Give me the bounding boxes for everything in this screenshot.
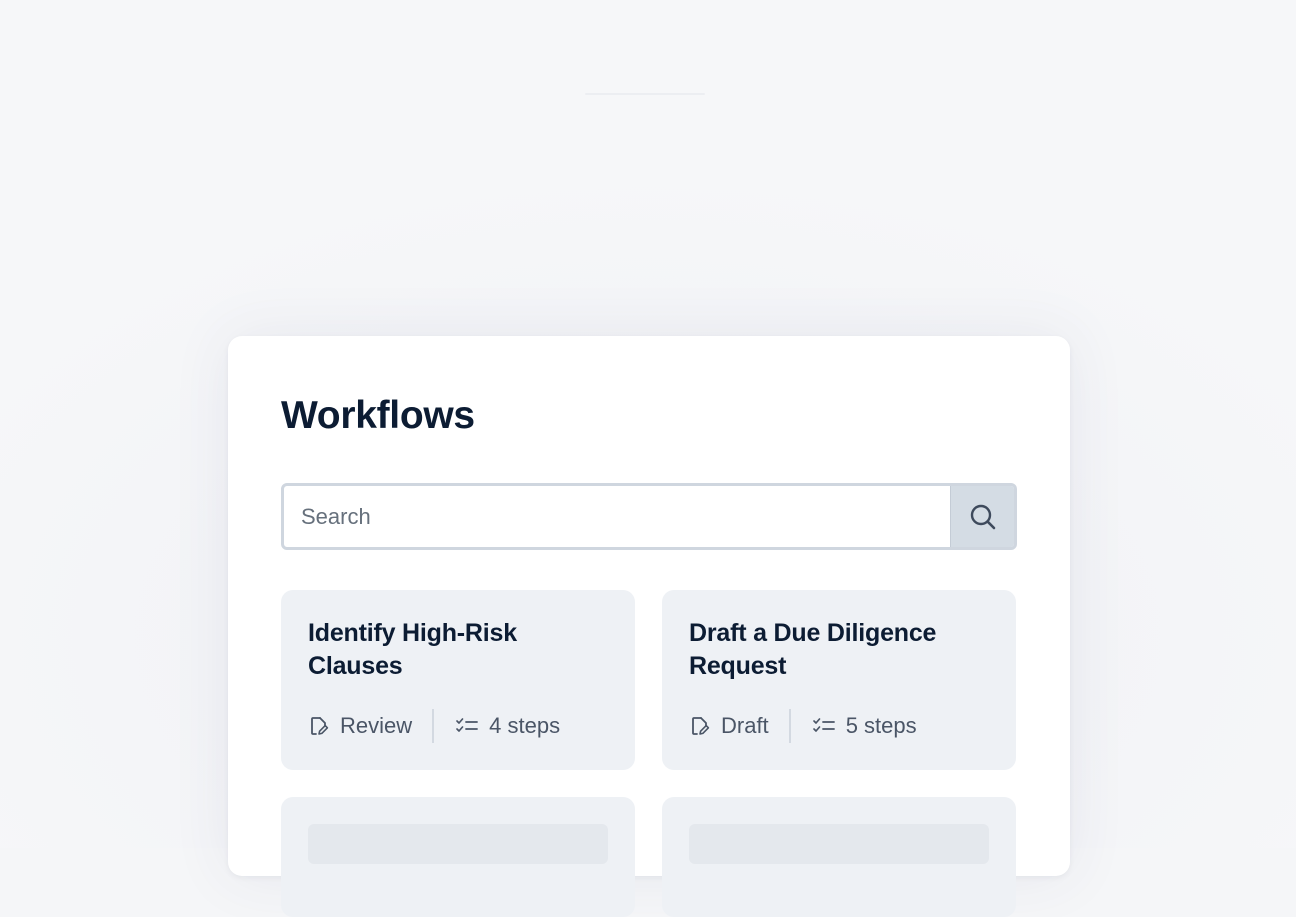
page-title: Workflows <box>281 394 475 437</box>
meta-divider <box>788 709 791 743</box>
search-icon <box>970 504 995 529</box>
workflow-type-label: Draft <box>721 713 769 738</box>
workflow-card[interactable]: Draft a Due Diligence Request Draft 5 st… <box>662 590 1016 770</box>
search-bar <box>281 483 1017 550</box>
workflow-type: Review <box>308 713 412 739</box>
workflow-card-placeholder <box>281 797 635 917</box>
search-input[interactable] <box>284 486 950 547</box>
document-edit-icon <box>311 717 329 735</box>
checklist-icon <box>456 718 479 732</box>
checklist-icon <box>812 718 835 732</box>
workflow-title: Identify High-Risk Clauses <box>308 619 517 680</box>
skeleton-title <box>308 824 608 864</box>
workflow-card[interactable]: Identify High-Risk Clauses Review 4 step… <box>281 590 635 770</box>
workflow-type: Draft <box>689 713 769 739</box>
workflow-steps-label: 5 steps <box>845 713 917 738</box>
workflow-steps: 4 steps <box>455 713 560 739</box>
workflow-type-label: Review <box>340 713 413 738</box>
workflow-steps: 5 steps <box>812 713 917 739</box>
meta-divider <box>432 709 435 743</box>
skeleton-title <box>689 824 989 864</box>
workflow-meta: Review 4 steps <box>308 708 560 744</box>
workflow-title: Draft a Due Diligence Request <box>689 619 937 680</box>
workflow-steps-label: 4 steps <box>489 713 561 738</box>
workflow-card-placeholder <box>662 797 1016 917</box>
workflows-panel: Workflows Identify High-Risk Clauses Rev… <box>228 336 1070 917</box>
search-button[interactable] <box>950 486 1014 547</box>
document-edit-icon <box>692 717 710 735</box>
workflow-meta: Draft 5 steps <box>689 708 917 744</box>
backdrop-divider <box>585 93 705 95</box>
